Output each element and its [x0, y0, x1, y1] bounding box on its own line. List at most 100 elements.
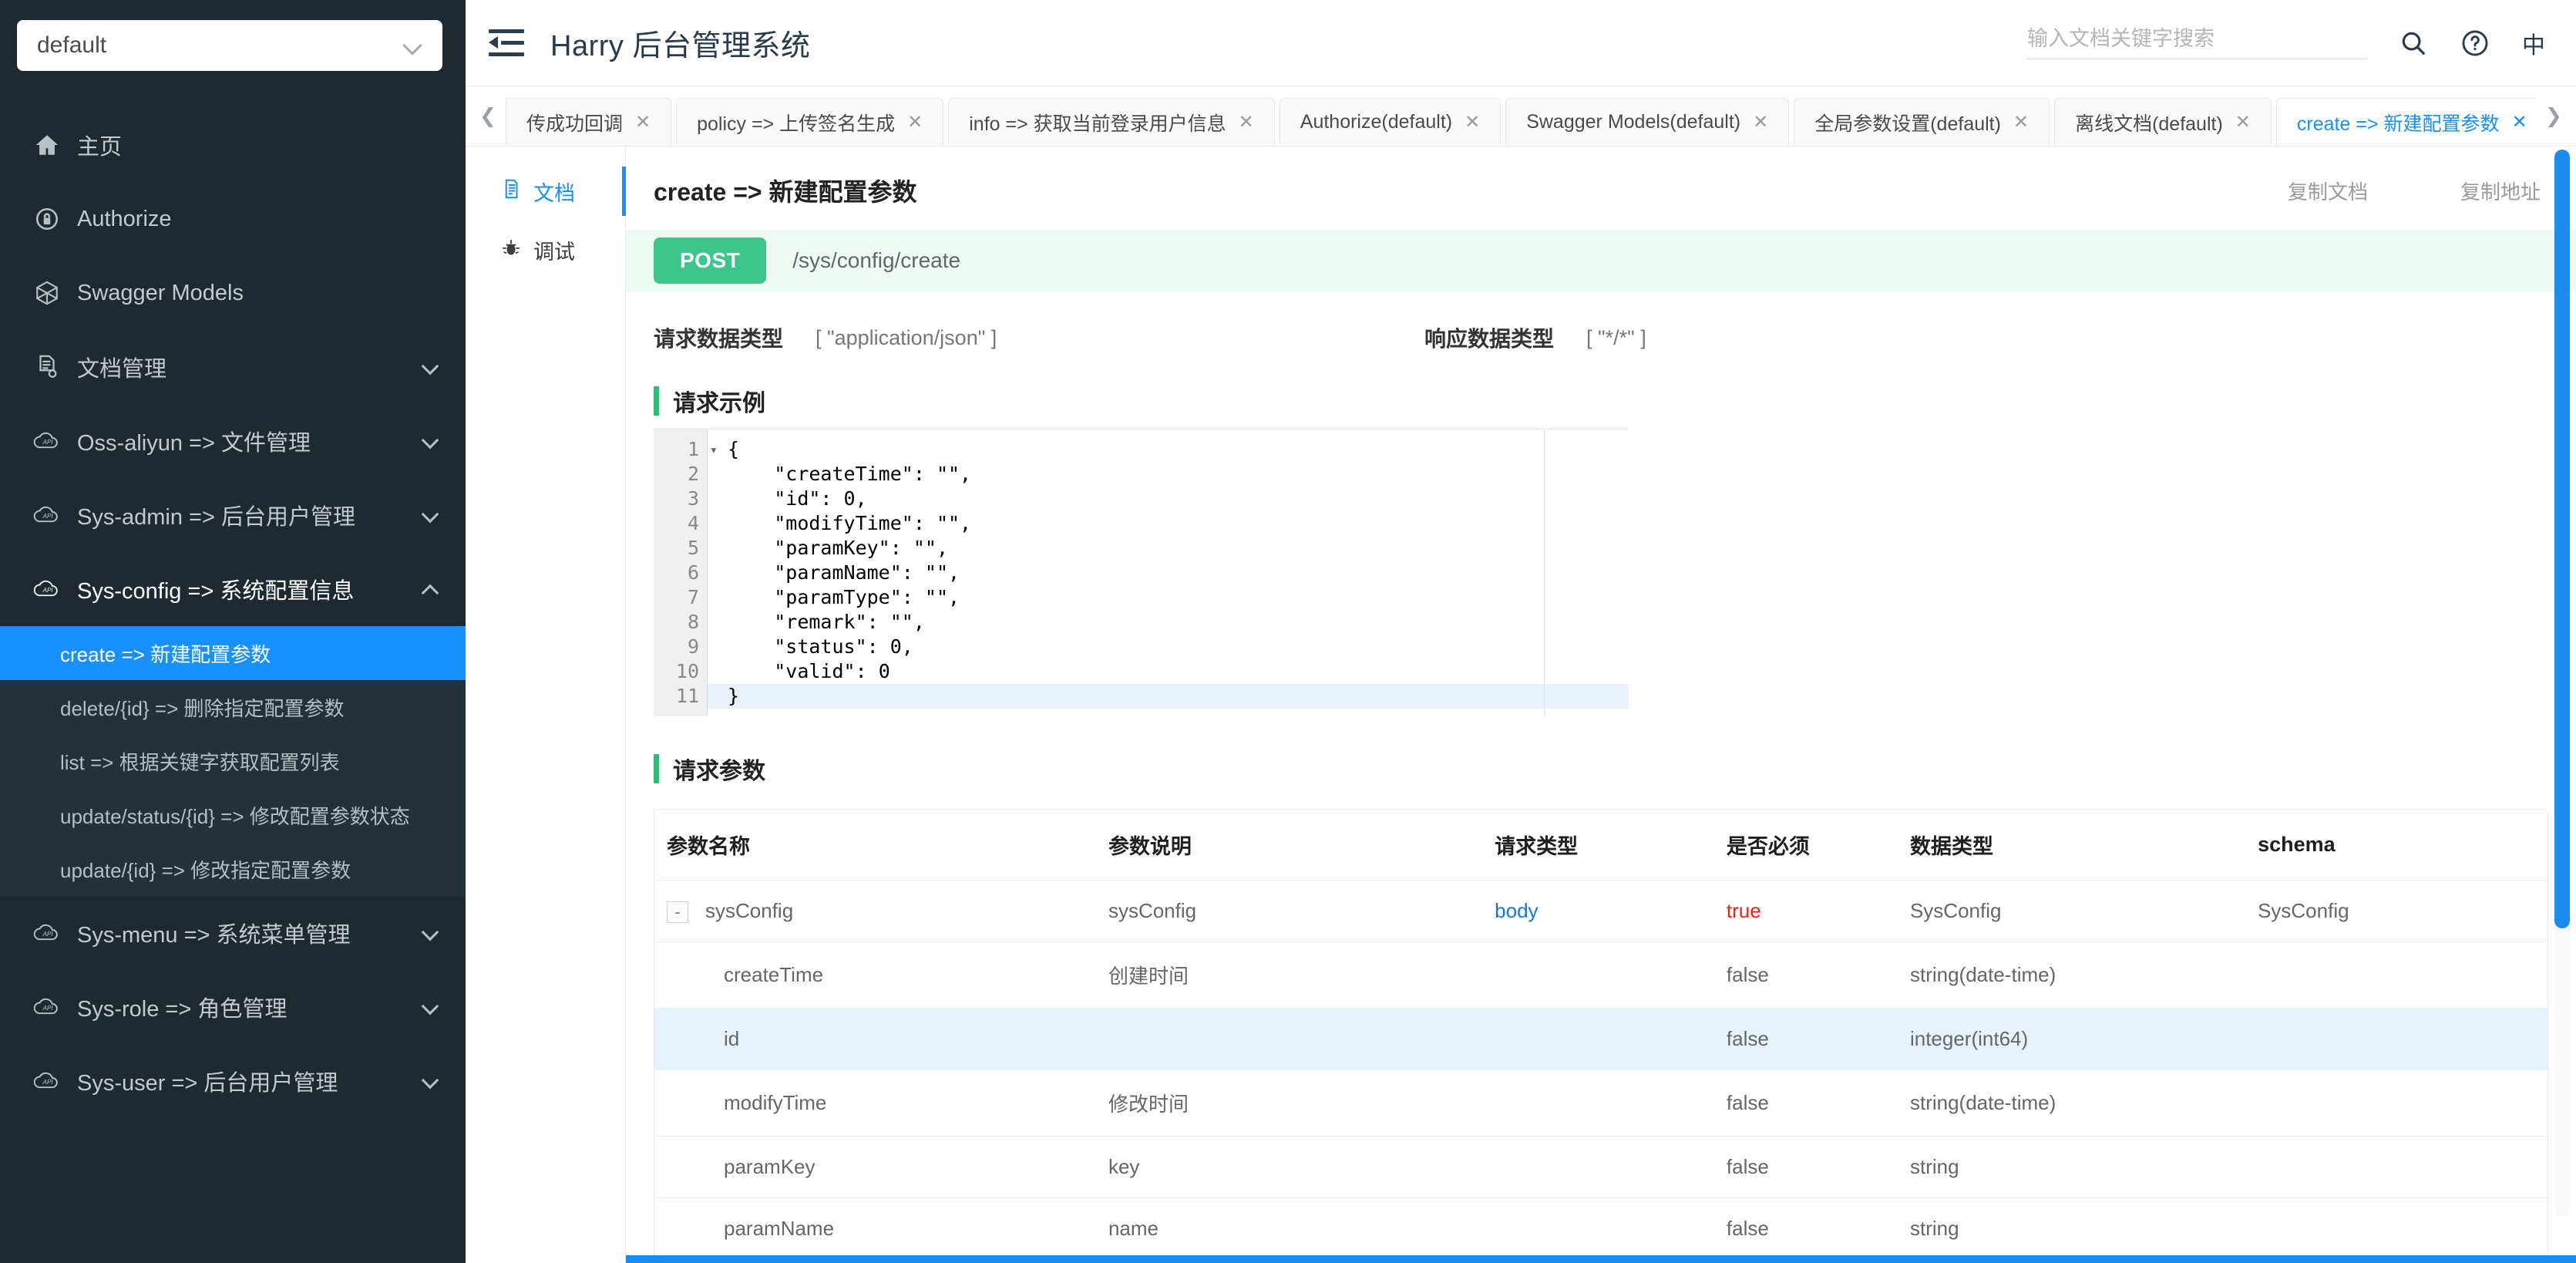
close-icon[interactable]: ✕	[907, 111, 923, 133]
sidebar-subitem-update[interactable]: update/{id} => 修改指定配置参数	[0, 842, 466, 896]
cell-required-value: false	[1726, 1027, 1769, 1051]
sidebar-item-sys-user[interactable]: API Sys-user => 后台用户管理	[0, 1044, 466, 1118]
cell-data-type: string	[1909, 1136, 2258, 1199]
cell-required: true	[1726, 880, 1910, 943]
cell-data-type-value: string(date-time)	[1909, 1091, 2056, 1115]
sidebar-item-oss-aliyun[interactable]: API Oss-aliyun => 文件管理	[0, 404, 466, 478]
doc-side-tabs: 文档 调试	[466, 147, 626, 1263]
tabs-scroll-left-icon[interactable]: ❮	[470, 86, 506, 146]
tab-global-params[interactable]: 全局参数设置(default) ✕	[1794, 98, 2050, 146]
sidebar-item-sys-config[interactable]: API Sys-config => 系统配置信息	[0, 552, 466, 626]
table-row[interactable]: paramKey key false string	[654, 1136, 2547, 1199]
copy-document-button[interactable]: 复制文档	[2288, 177, 2368, 205]
cell-param-desc-value: key	[1108, 1155, 1140, 1179]
expand-collapse-icon[interactable]: -	[667, 901, 688, 924]
copy-address-button[interactable]: 复制地址	[2460, 177, 2541, 205]
close-icon[interactable]: ✕	[1239, 111, 1254, 133]
tab-create-config[interactable]: create => 新建配置参数 ✕	[2275, 98, 2536, 146]
cell-data-type-value: string	[1909, 1217, 1959, 1241]
svg-text:API: API	[42, 1005, 54, 1012]
sidebar-item-sys-admin[interactable]: API Sys-admin => 后台用户管理	[0, 478, 466, 552]
table-row[interactable]: - sysConfig sysConfig body true SysConfig SysC…	[654, 880, 2547, 943]
help-icon[interactable]	[2460, 29, 2490, 58]
tab-info[interactable]: info => 获取当前登录用户信息 ✕	[948, 98, 1275, 146]
sidebar-item-home[interactable]: 主页	[0, 108, 466, 182]
request-params-table-wrapper: 参数名称 参数说明 请求类型 是否必须 数据类型 schema - sysConf…	[654, 809, 2548, 1263]
close-icon[interactable]: ✕	[2511, 111, 2527, 133]
sidebar-subitem-create[interactable]: create => 新建配置参数	[0, 626, 466, 680]
param-name-label: id	[724, 1027, 740, 1051]
chevron-down-icon[interactable]	[419, 1074, 442, 1088]
editor-code-line: {	[728, 438, 740, 460]
editor-line-number: 3	[687, 487, 699, 510]
sidebar-menu: 主页 Authorize Swagger Models 文档管理 API Oss…	[0, 108, 466, 1118]
request-type-value: [ "application/json" ]	[816, 325, 997, 349]
table-row[interactable]: paramName name false string	[654, 1197, 2547, 1261]
api-cloud-icon: API	[31, 576, 63, 602]
section-accent-bar	[654, 386, 659, 416]
chevron-down-icon[interactable]	[419, 508, 442, 522]
api-cloud-icon: API	[31, 428, 63, 454]
tab-bar: ❮ 传成功回调 ✕ policy => 上传签名生成 ✕ info => 获取当…	[466, 86, 2576, 147]
editor-code[interactable]: { "createTime": "", "id": 0, "modifyTime…	[708, 429, 1629, 716]
sidebar-subitem-delete[interactable]: delete/{id} => 删除指定配置参数	[0, 680, 466, 734]
close-icon[interactable]: ✕	[635, 111, 651, 133]
table-row[interactable]: id false integer(int64)	[654, 1008, 2547, 1071]
request-params-heading: 请求参数	[654, 752, 2576, 786]
editor-code-line: "status": 0,	[774, 635, 913, 658]
sidebar-item-label: Sys-menu => 系统菜单管理	[77, 923, 351, 948]
document-settings-icon	[31, 354, 63, 380]
sidebar-item-sys-role[interactable]: API Sys-role => 角色管理	[0, 970, 466, 1044]
environment-select[interactable]: default	[17, 20, 442, 71]
horizontal-scrollbar[interactable]	[626, 1255, 2576, 1263]
sidebar-subitem-list[interactable]: list => 根据关键字获取配置列表	[0, 734, 466, 788]
sidebar-item-sys-menu[interactable]: API Sys-menu => 系统菜单管理	[0, 896, 466, 970]
chevron-down-icon[interactable]	[419, 926, 442, 940]
tab-swagger-models[interactable]: Swagger Models(default) ✕	[1505, 98, 1790, 146]
api-title: create => 新建配置参数	[654, 178, 917, 206]
vertical-scrollbar-thumb[interactable]	[2554, 150, 2570, 928]
tab-debug-label: 调试	[533, 240, 575, 264]
search-input[interactable]	[2027, 26, 2366, 51]
tab-policy[interactable]: policy => 上传签名生成 ✕	[676, 98, 944, 146]
endpoint-path: /sys/config/create	[792, 248, 961, 272]
table-row[interactable]: createTime 创建时间 false string(date-time)	[654, 941, 2547, 1009]
param-name-label: paramName	[724, 1217, 835, 1241]
cell-request-type-value[interactable]: body	[1495, 899, 1538, 922]
language-toggle[interactable]: 中	[2522, 26, 2545, 60]
close-icon[interactable]: ✕	[2235, 111, 2251, 133]
tab-authorize[interactable]: Authorize(default) ✕	[1279, 98, 1502, 146]
sidebar-item-swagger-models[interactable]: Swagger Models	[0, 256, 466, 330]
chevron-down-icon[interactable]	[419, 360, 442, 374]
search-icon[interactable]	[2399, 29, 2428, 58]
cell-request-type	[1495, 1008, 1727, 1071]
chevron-down-icon[interactable]	[419, 434, 442, 448]
close-icon[interactable]: ✕	[1465, 111, 1480, 133]
editor-line-number: 6	[687, 561, 699, 584]
sidebar-item-document-management[interactable]: 文档管理	[0, 330, 466, 404]
menu-collapse-icon[interactable]	[489, 28, 524, 59]
api-cloud-icon: API	[31, 994, 63, 1020]
tab-upload-callback[interactable]: 传成功回调 ✕	[506, 98, 672, 146]
code-fold-icon[interactable]: 1	[654, 437, 718, 463]
chevron-down-icon[interactable]	[419, 1000, 442, 1014]
sidebar-item-authorize[interactable]: Authorize	[0, 182, 466, 256]
cell-data-type: string(date-time)	[1909, 941, 2258, 1009]
api-cloud-icon: API	[31, 1068, 63, 1094]
tab-offline-doc[interactable]: 离线文档(default) ✕	[2054, 98, 2272, 146]
tab-document[interactable]: 文档	[466, 162, 626, 221]
close-icon[interactable]: ✕	[2013, 111, 2029, 133]
cell-param-desc-value: 创建时间	[1108, 965, 1189, 989]
tab-debug[interactable]: 调试	[466, 221, 625, 279]
environment-select-value: default	[37, 32, 107, 58]
sidebar-subitem-update-status[interactable]: update/status/{id} => 修改配置参数状态	[0, 788, 466, 842]
chevron-up-icon[interactable]	[419, 582, 442, 596]
close-icon[interactable]: ✕	[1753, 111, 1768, 133]
table-row[interactable]: modifyTime 修改时间 false string(date-time)	[654, 1069, 2547, 1137]
cell-required-value: false	[1726, 1217, 1769, 1241]
cell-data-type: string(date-time)	[1909, 1069, 2258, 1137]
editor-line-number: 4	[687, 512, 699, 534]
tabs-scroll-right-icon[interactable]: ❯	[2536, 86, 2571, 146]
endpoint-row: POST /sys/config/create	[626, 230, 2576, 291]
request-example-editor[interactable]: 1234 567 8910 11 { "createTime": "", "id": …	[654, 429, 1629, 716]
